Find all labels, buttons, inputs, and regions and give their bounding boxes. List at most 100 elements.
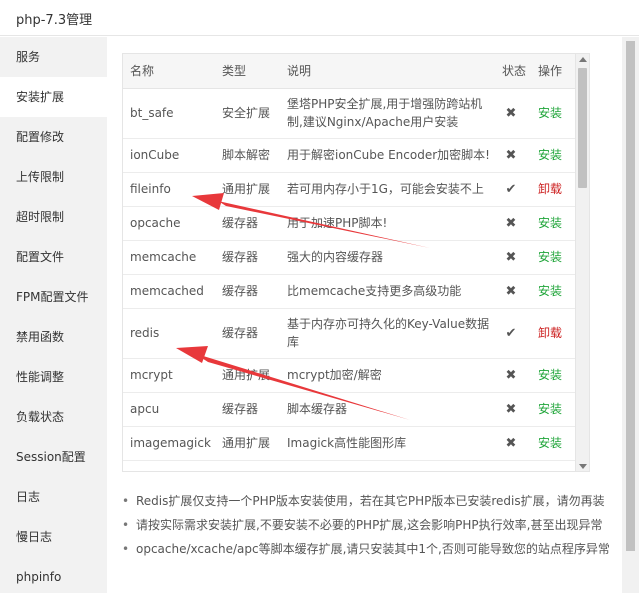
install-link[interactable]: 安装: [538, 148, 562, 162]
install-link[interactable]: 安装: [538, 106, 562, 120]
install-link[interactable]: 安装: [538, 436, 562, 450]
close-icon: ✖: [505, 435, 517, 451]
table-header-row: 名称 类型 说明 状态 操作: [123, 54, 589, 89]
close-icon: ✖: [505, 401, 517, 417]
extension-status: ✖: [497, 138, 531, 173]
content-panel: 名称 类型 说明 状态 操作 bt_safe 安全扩展 堡塔PHP安全扩展,用于…: [107, 37, 639, 593]
table-row: imagemagick 通用扩展 Imagick高性能图形库 ✖ 安装: [123, 426, 589, 461]
extension-name: bt_safe: [123, 88, 215, 139]
extension-desc: 强大的内容缓存器: [280, 240, 497, 275]
bullet-icon: •: [122, 494, 130, 508]
scroll-up-icon[interactable]: [579, 57, 587, 62]
install-link[interactable]: 安装: [538, 284, 562, 298]
close-icon: ✖: [505, 249, 517, 265]
extension-desc: 脚本缓存器: [280, 392, 497, 427]
install-link[interactable]: 安装: [538, 402, 562, 416]
extensions-table-container: 名称 类型 说明 状态 操作 bt_safe 安全扩展 堡塔PHP安全扩展,用于…: [122, 53, 590, 472]
column-header-name: 名称: [123, 54, 215, 89]
column-header-status: 状态: [497, 54, 531, 89]
extension-type: 缓存器: [215, 308, 280, 359]
extension-status: ✖: [497, 358, 531, 393]
extension-name: redis: [123, 308, 215, 359]
extension-desc: 堡塔PHP安全扩展,用于增强防跨站机制,建议Nginx/Apache用户安装: [280, 88, 497, 139]
extension-type: 缓存器: [215, 392, 280, 427]
sidebar-item-load-status[interactable]: 负载状态: [0, 397, 107, 437]
close-icon: ✖: [505, 105, 517, 121]
extension-desc: Imagick高性能图形库: [280, 426, 497, 461]
sidebar: 服务 安装扩展 配置修改 上传限制 超时限制 配置文件 FPM配置文件 禁用函数…: [0, 37, 107, 593]
bullet-icon: •: [122, 542, 130, 556]
extension-type: 通用扩展: [215, 172, 280, 207]
table-row: ionCube 脚本解密 用于解密ionCube Encoder加密脚本! ✖ …: [123, 138, 589, 173]
extension-name: fileinfo: [123, 172, 215, 207]
page-scrollbar-thumb[interactable]: [626, 41, 635, 551]
note-item: • opcache/xcache/apc等脚本缓存扩展,请只安装其中1个,否则可能…: [122, 538, 617, 560]
column-header-type: 类型: [215, 54, 280, 89]
close-icon: ✖: [505, 367, 517, 383]
extension-type: 缓存器: [215, 240, 280, 275]
sidebar-item-session-config[interactable]: Session配置: [0, 437, 107, 477]
extension-type: 安全扩展: [215, 88, 280, 139]
sidebar-item-install-extensions[interactable]: 安装扩展: [0, 77, 107, 117]
extension-name: mcrypt: [123, 358, 215, 393]
extension-desc: 基于内存亦可持久化的Key-Value数据库: [280, 308, 497, 359]
extension-status: ✖: [497, 88, 531, 139]
note-item: • Redis扩展仅支持一个PHP版本安装使用，若在其它PHP版本已安装redis…: [122, 490, 617, 512]
scrollbar-thumb[interactable]: [578, 68, 587, 188]
extension-name: memcached: [123, 274, 215, 309]
extension-type: 缓存器: [215, 274, 280, 309]
sidebar-item-slow-log[interactable]: 慢日志: [0, 517, 107, 557]
sidebar-item-performance-tuning[interactable]: 性能调整: [0, 357, 107, 397]
extension-name: apcu: [123, 392, 215, 427]
sidebar-item-config-edit[interactable]: 配置修改: [0, 117, 107, 157]
extension-name: imagemagick: [123, 426, 215, 461]
table-row: opcache 缓存器 用于加速PHP脚本! ✖ 安装: [123, 206, 589, 241]
install-link[interactable]: 安装: [538, 216, 562, 230]
uninstall-link[interactable]: 卸载: [538, 182, 562, 196]
extension-name: memcache: [123, 240, 215, 275]
check-icon: ✔: [505, 181, 517, 197]
page-scrollbar[interactable]: [622, 37, 639, 593]
extension-name: opcache: [123, 206, 215, 241]
table-row: fileinfo 通用扩展 若可用内存小于1G，可能会安装不上 ✔ 卸载: [123, 172, 589, 207]
close-icon: ✖: [505, 283, 517, 299]
extension-status: ✔: [497, 308, 531, 359]
sidebar-item-upload-limit[interactable]: 上传限制: [0, 157, 107, 197]
extension-type: 脚本解密: [215, 138, 280, 173]
table-row: mcrypt 通用扩展 mcrypt加密/解密 ✖ 安装: [123, 358, 589, 393]
extension-type: 通用扩展: [215, 358, 280, 393]
close-icon: ✖: [505, 147, 517, 163]
extension-name: ionCube: [123, 138, 215, 173]
notes-list: • Redis扩展仅支持一个PHP版本安装使用，若在其它PHP版本已安装redis…: [122, 490, 617, 562]
note-text: 请按实际需求安装扩展,不要安装不必要的PHP扩展,这会影响PHP执行效率,甚至出…: [136, 518, 603, 532]
extension-status: ✖: [497, 392, 531, 427]
window-title: php-7.3管理: [16, 13, 93, 28]
extension-type: 通用扩展: [215, 426, 280, 461]
extension-status: ✖: [497, 240, 531, 275]
extension-desc: mcrypt加密/解密: [280, 358, 497, 393]
sidebar-item-fpm-config-file[interactable]: FPM配置文件: [0, 277, 107, 317]
table-row: bt_safe 安全扩展 堡塔PHP安全扩展,用于增强防跨站机制,建议Nginx…: [123, 88, 589, 139]
column-header-desc: 说明: [280, 54, 497, 89]
sidebar-item-log[interactable]: 日志: [0, 477, 107, 517]
sidebar-item-config-file[interactable]: 配置文件: [0, 237, 107, 277]
sidebar-item-disabled-functions[interactable]: 禁用函数: [0, 317, 107, 357]
install-link[interactable]: 安装: [538, 250, 562, 264]
note-item: • 请按实际需求安装扩展,不要安装不必要的PHP扩展,这会影响PHP执行效率,甚至…: [122, 514, 617, 536]
extension-status: ✖: [497, 426, 531, 461]
extension-desc: 若可用内存小于1G，可能会安装不上: [280, 172, 497, 207]
table-row: memcache 缓存器 强大的内容缓存器 ✖ 安装: [123, 240, 589, 275]
extension-status: ✖: [497, 274, 531, 309]
install-link[interactable]: 安装: [538, 368, 562, 382]
close-icon: ✖: [505, 215, 517, 231]
table-row: apcu 缓存器 脚本缓存器 ✖ 安装: [123, 392, 589, 427]
extension-type: 缓存器: [215, 206, 280, 241]
sidebar-item-service[interactable]: 服务: [0, 37, 107, 77]
note-text: opcache/xcache/apc等脚本缓存扩展,请只安装其中1个,否则可能导…: [136, 542, 610, 556]
check-icon: ✔: [505, 325, 517, 341]
uninstall-link[interactable]: 卸载: [538, 326, 562, 340]
sidebar-item-phpinfo[interactable]: phpinfo: [0, 557, 107, 593]
sidebar-item-timeout-limit[interactable]: 超时限制: [0, 197, 107, 237]
table-scrollbar[interactable]: [575, 54, 589, 471]
scroll-down-icon[interactable]: [579, 464, 587, 469]
